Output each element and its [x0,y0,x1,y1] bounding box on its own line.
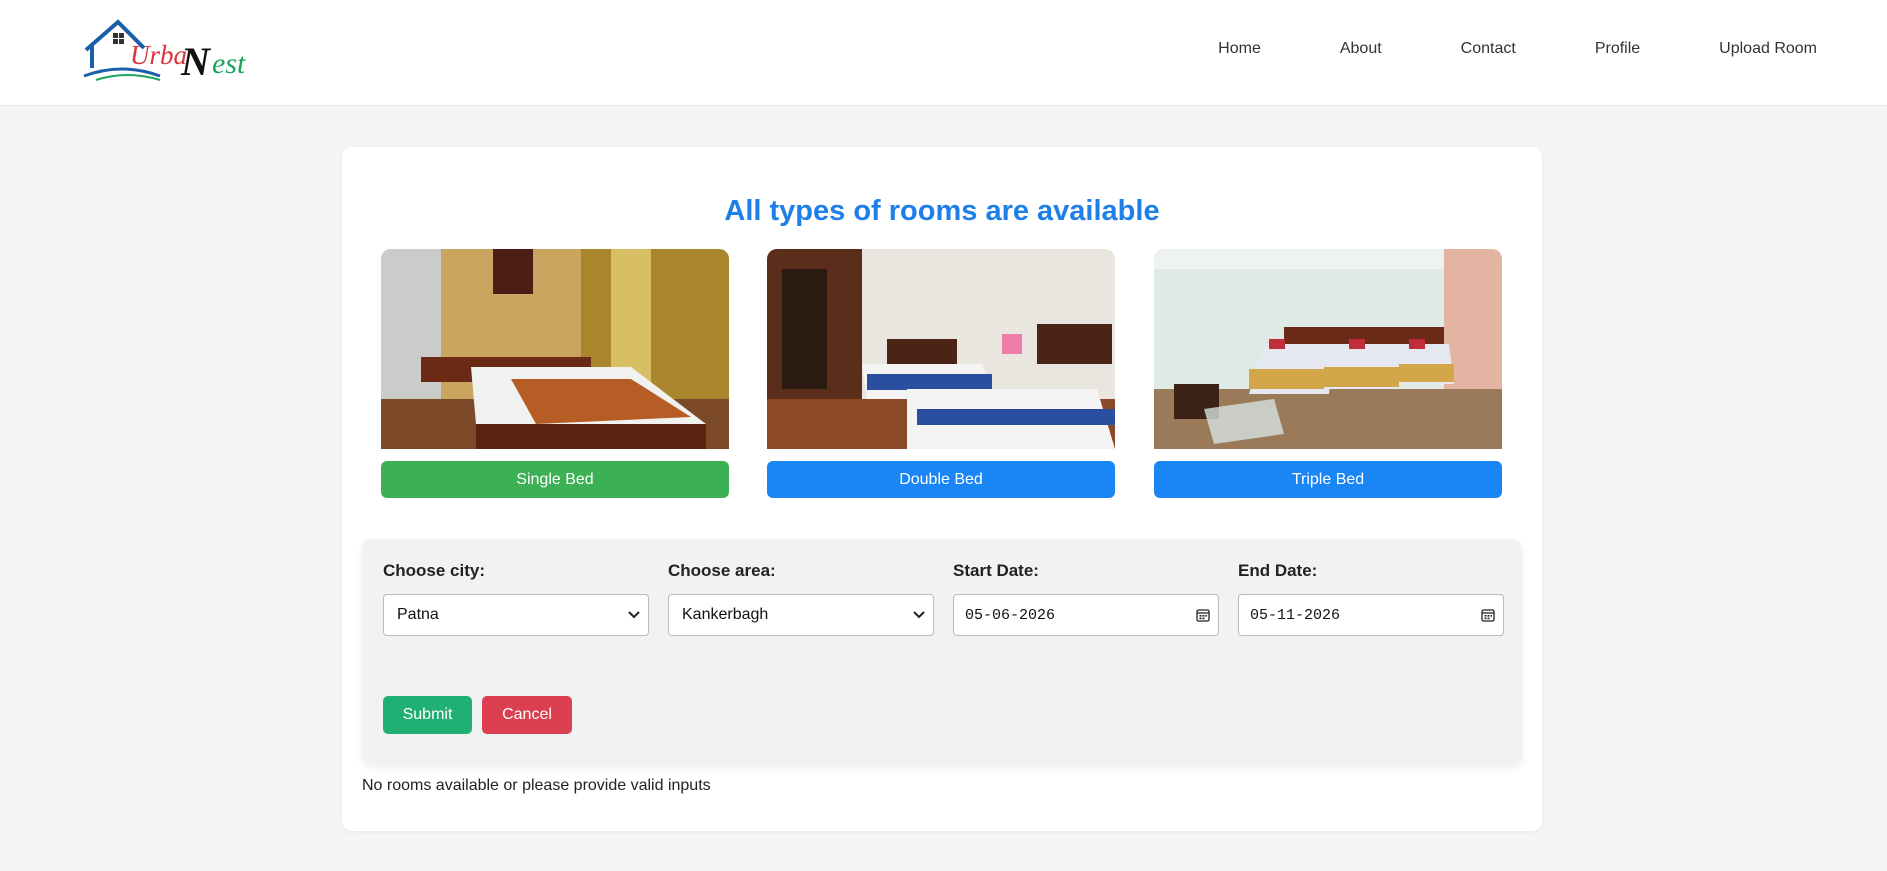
end-date-field: End Date: 05-11-2026 [1238,561,1504,636]
start-date-input[interactable]: 05-06-2026 [953,594,1219,636]
main-nav: Home About Contact Profile Upload Room [1139,40,1817,58]
search-form: Choose city: Patna Choose area: Kankerba… [362,539,1522,765]
double-bed-photo [767,249,1115,449]
city-value: Patna [397,606,439,623]
chevron-down-icon [913,611,925,619]
triple-bed-photo [1154,249,1502,449]
start-date-value: 05-06-2026 [965,606,1056,624]
room-card-triple: Triple Bed [1154,249,1502,498]
top-navbar: Urba N est Home About Contact Profile Up… [0,0,1887,106]
start-date-label: Start Date: [953,561,1039,580]
room-card-single: Single Bed [381,249,729,498]
room-types: Single Bed Double Bed Triple Bed [381,249,1502,499]
chevron-down-icon [628,611,640,619]
city-field: Choose city: Patna [383,561,649,636]
calendar-icon[interactable] [1481,608,1495,622]
brand-logo[interactable]: Urba N est [82,18,252,84]
form-actions: Submit Cancel [383,696,582,734]
area-select[interactable]: Kankerbagh [668,594,934,636]
city-label: Choose city: [383,561,486,580]
submit-button[interactable]: Submit [383,696,472,734]
end-date-value: 05-11-2026 [1250,606,1341,624]
end-date-label: End Date: [1238,561,1318,580]
logo-text-n: N [181,39,210,84]
logo-text-urba: Urba [130,40,188,70]
area-field: Choose area: Kankerbagh [668,561,934,636]
cancel-button[interactable]: Cancel [482,696,572,734]
status-message: No rooms available or please provide val… [362,777,711,794]
start-date-field: Start Date: 05-06-2026 [953,561,1219,636]
nav-home[interactable]: Home [1218,40,1261,58]
area-label: Choose area: [668,561,776,580]
double-bed-button[interactable]: Double Bed [767,461,1115,498]
nav-contact[interactable]: Contact [1461,40,1516,58]
city-select[interactable]: Patna [383,594,649,636]
booking-card: All types of rooms are available Single … [342,147,1542,831]
single-bed-button[interactable]: Single Bed [381,461,729,498]
nav-about[interactable]: About [1340,40,1382,58]
page-title: All types of rooms are available [724,195,1160,227]
end-date-input[interactable]: 05-11-2026 [1238,594,1504,636]
single-bed-photo [381,249,729,449]
triple-bed-button[interactable]: Triple Bed [1154,461,1502,498]
nav-profile[interactable]: Profile [1595,40,1640,58]
area-value: Kankerbagh [682,606,769,623]
calendar-icon[interactable] [1196,608,1210,622]
room-card-double: Double Bed [767,249,1115,498]
nav-upload-room[interactable]: Upload Room [1719,40,1817,58]
logo-text-est: est [212,47,246,80]
